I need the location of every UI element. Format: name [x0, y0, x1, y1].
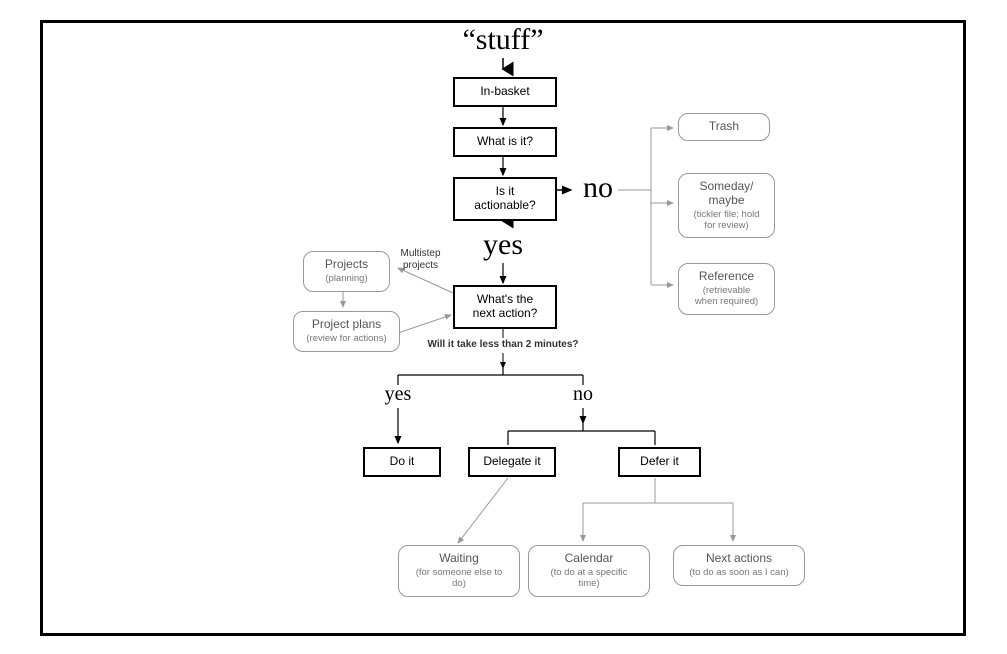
label-multistep: Multistep projects: [393, 248, 448, 271]
title-stuff: “stuff”: [443, 23, 563, 58]
box-project-plans-title: Project plans: [312, 318, 381, 332]
box-is-actionable: Is it actionable?: [453, 177, 557, 221]
box-someday-sub: (tickler file; hold for review): [694, 210, 760, 232]
box-calendar-title: Calendar: [565, 552, 614, 566]
box-projects-title: Projects: [325, 258, 368, 272]
box-in-basket-label: In-basket: [480, 85, 529, 99]
box-someday: Someday/ maybe (tickler file; hold for r…: [678, 173, 775, 238]
box-is-actionable-label: Is it actionable?: [467, 185, 543, 213]
box-defer: Defer it: [618, 447, 701, 477]
box-defer-label: Defer it: [640, 455, 679, 469]
box-what-is-it-label: What is it?: [477, 135, 533, 149]
diagram-frame: “stuff” In-basket What is it? Is it acti…: [40, 20, 966, 636]
box-next-action-label: What's the next action?: [473, 293, 538, 321]
box-next-actions: Next actions (to do as soon as I can): [673, 545, 805, 586]
box-what-is-it: What is it?: [453, 127, 557, 157]
box-waiting-sub: (for someone else to do): [409, 568, 509, 590]
box-projects-sub: (planning): [325, 274, 367, 285]
box-next-actions-sub: (to do as soon as I can): [689, 568, 788, 579]
box-do-it: Do it: [363, 447, 441, 477]
branch-no: no: [573, 171, 623, 206]
box-next-action: What's the next action?: [453, 285, 557, 329]
box-delegate-label: Delegate it: [483, 455, 540, 469]
box-waiting-title: Waiting: [439, 552, 479, 566]
branch-no-label: no: [583, 171, 613, 206]
question-under-2-min-text: Will it take less than 2 minutes?: [427, 339, 578, 351]
box-waiting: Waiting (for someone else to do): [398, 545, 520, 597]
box-reference-title: Reference: [699, 270, 754, 284]
box-reference: Reference (retrievable when required): [678, 263, 775, 315]
box-reference-sub: (retrievable when required): [695, 286, 758, 308]
box-calendar: Calendar (to do at a specific time): [528, 545, 650, 597]
box-projects: Projects (planning): [303, 251, 390, 292]
box-project-plans: Project plans (review for actions): [293, 311, 400, 352]
box-do-it-label: Do it: [390, 455, 415, 469]
box-delegate: Delegate it: [468, 447, 556, 477]
box-trash: Trash: [678, 113, 770, 141]
box-in-basket: In-basket: [453, 77, 557, 107]
branch-yes: yes: [473, 228, 533, 263]
branch-yes-2-label: yes: [385, 383, 412, 406]
box-calendar-sub: (to do at a specific time): [539, 568, 639, 590]
branch-yes-2: yes: [378, 383, 418, 406]
question-under-2-min: Will it take less than 2 minutes?: [423, 339, 583, 351]
branch-no-2: no: [563, 383, 603, 406]
box-trash-title: Trash: [709, 120, 739, 134]
branch-yes-label: yes: [483, 228, 523, 263]
branch-no-2-label: no: [573, 383, 593, 406]
box-someday-title: Someday/ maybe: [699, 180, 753, 208]
box-project-plans-sub: (review for actions): [306, 334, 386, 345]
title-text: “stuff”: [462, 23, 543, 58]
box-next-actions-title: Next actions: [706, 552, 772, 566]
label-multistep-text: Multistep projects: [400, 248, 440, 271]
